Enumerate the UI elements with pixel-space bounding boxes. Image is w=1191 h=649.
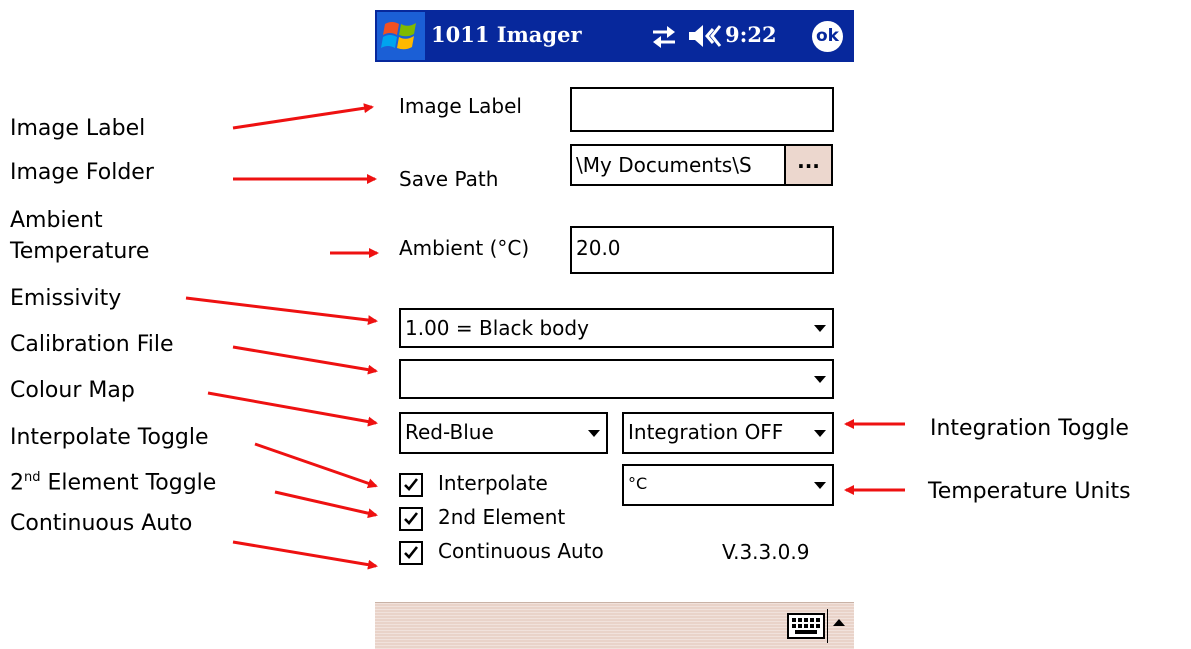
arrow-colour-map bbox=[207, 391, 378, 427]
arrow-continuous-auto bbox=[232, 540, 378, 570]
arrow-interpolate-toggle bbox=[254, 442, 378, 489]
annotation-arrows bbox=[185, 103, 905, 570]
arrow-image-label bbox=[232, 103, 374, 130]
arrow-second-element-toggle bbox=[274, 490, 378, 519]
arrow-emissivity bbox=[185, 296, 378, 326]
arrow-calibration-file bbox=[232, 345, 378, 375]
